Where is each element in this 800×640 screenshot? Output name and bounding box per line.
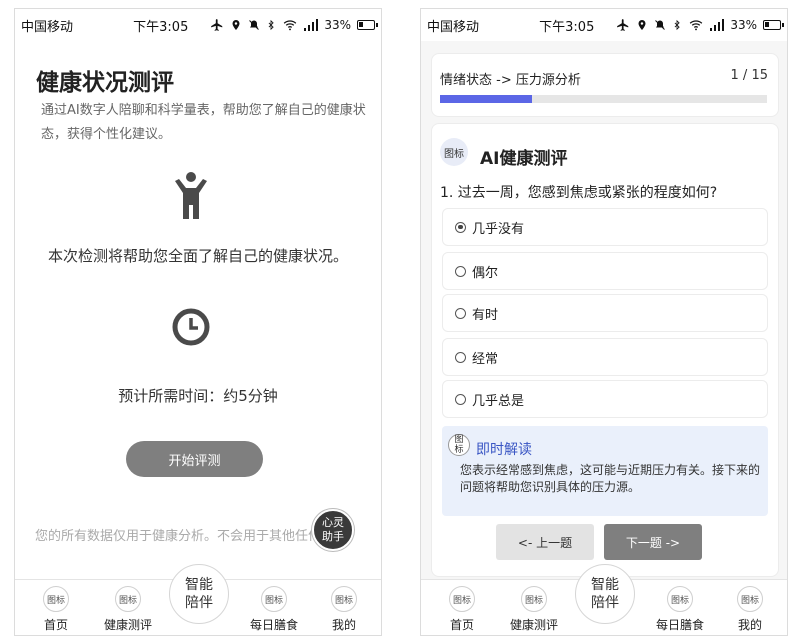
option-label: 几乎总是 xyxy=(472,393,525,409)
location-icon xyxy=(232,20,240,30)
nav-label: 每日膳食 xyxy=(655,618,704,632)
meals-icon: 图标 xyxy=(261,586,287,612)
option-label: 经常 xyxy=(472,351,499,367)
next-question-button[interactable]: 下一题 -> xyxy=(604,524,702,560)
carrier: 中国移动 xyxy=(427,19,480,35)
insight-title: 即时解读 xyxy=(476,442,532,458)
nav-item-health[interactable]: 图标 健康测评 xyxy=(499,586,569,633)
bottom-nav: 图标 首页 图标 健康测评 智能陪伴 图标 每日膳食 图标 我的 xyxy=(15,564,381,635)
signal-icon xyxy=(304,19,319,31)
bluetooth-icon xyxy=(674,19,681,31)
nav-item-companion[interactable]: 智能陪伴 xyxy=(575,564,635,624)
nav-label: 我的 xyxy=(331,618,356,632)
insight-text: 您表示经常感到焦虑，这可能与近期压力有关。接下来的问题将帮助您识别具体的压力源。 xyxy=(460,463,761,494)
page-title: 健康状况测评 xyxy=(36,70,174,96)
page-description: 通过AI数字人陪聊和科学量表，帮助您了解自己的健康状态，获得个性化建议。 xyxy=(41,103,366,142)
status-bar: 中国移动 下午3:05 33% xyxy=(421,9,787,41)
instant-insight: 图标 即时解读 您表示经常感到焦虑，这可能与近期压力有关。接下来的问题将帮助您识… xyxy=(442,426,768,516)
option-item[interactable]: 经常 xyxy=(442,338,768,376)
start-assessment-button[interactable]: 开始评测 xyxy=(126,441,263,477)
nav-item-meals[interactable]: 图标 每日膳食 xyxy=(239,586,309,633)
wifi-icon xyxy=(690,20,703,31)
bottom-nav: 图标 首页 图标 健康测评 智能陪伴 图标 每日膳食 图标 我的 xyxy=(421,564,787,635)
profile-icon: 图标 xyxy=(331,586,357,612)
screenshot-stage: 中国移动 下午3:05 33% 健康状况测评 通过AI数字人陪聊和科学量表，帮助… xyxy=(0,0,800,640)
airplane-icon xyxy=(617,19,629,31)
nav-item-home[interactable]: 图标 首页 xyxy=(427,586,497,633)
option-label: 几乎没有 xyxy=(472,221,525,237)
progress-bar-fill xyxy=(440,95,532,103)
mute-icon xyxy=(249,20,260,30)
progress-bar xyxy=(440,95,767,103)
meals-icon: 图标 xyxy=(667,586,693,612)
option-item[interactable]: 偶尔 xyxy=(442,252,768,290)
option-label: 有时 xyxy=(472,307,499,323)
home-icon: 图标 xyxy=(449,586,475,612)
option-label: 偶尔 xyxy=(472,265,499,281)
nav-item-health[interactable]: 图标 健康测评 xyxy=(93,586,163,633)
battery-percent: 33% xyxy=(324,18,351,32)
previous-question-button[interactable]: <- 上一题 xyxy=(496,524,594,560)
option-item[interactable]: 有时 xyxy=(442,294,768,332)
profile-icon: 图标 xyxy=(737,586,763,612)
airplane-icon xyxy=(211,19,223,31)
home-icon: 图标 xyxy=(43,586,69,612)
location-icon xyxy=(638,20,646,30)
signal-icon xyxy=(710,19,725,31)
nav-item-home[interactable]: 图标 首页 xyxy=(21,586,91,633)
status-icons: 33% xyxy=(210,18,378,32)
nav-label: 首页 xyxy=(449,618,474,632)
battery-icon xyxy=(763,20,784,30)
option-item[interactable]: 几乎总是 xyxy=(442,380,768,418)
nav-label: 健康测评 xyxy=(103,618,152,632)
nav-label: 我的 xyxy=(737,618,762,632)
health-icon: 图标 xyxy=(521,586,547,612)
assessment-icon: 图标 xyxy=(440,138,468,166)
question-card: 图标 AI健康测评 1. 过去一周，您感到焦虑或紧张的程度如何? 几乎没有 偶尔… xyxy=(431,123,779,577)
question-text: 1. 过去一周，您感到焦虑或紧张的程度如何? xyxy=(440,185,718,201)
breadcrumb: 情绪状态 -> 压力源分析 xyxy=(440,73,581,88)
radio-icon[interactable] xyxy=(455,221,466,233)
card-title: AI健康测评 xyxy=(480,149,568,169)
person-icon xyxy=(175,172,207,219)
clock: 下午3:05 xyxy=(133,19,189,35)
wifi-icon xyxy=(284,20,297,31)
battery-percent: 33% xyxy=(730,18,757,32)
phone-assessment-question: 中国移动 下午3:05 33% 情绪状态 -> 压力源分析 1 / 15 图标 xyxy=(420,8,788,636)
nav-item-companion[interactable]: 智能陪伴 xyxy=(169,564,229,624)
nav-item-meals[interactable]: 图标 每日膳食 xyxy=(645,586,715,633)
insight-icon: 图标 xyxy=(448,434,470,456)
radio-icon[interactable] xyxy=(455,307,466,319)
clock: 下午3:05 xyxy=(539,19,595,35)
clock-icon xyxy=(172,308,210,346)
status-icons: 33% xyxy=(616,18,784,32)
nav-label: 首页 xyxy=(43,618,68,632)
phone-health-intro: 中国移动 下午3:05 33% 健康状况测评 通过AI数字人陪聊和科学量表，帮助… xyxy=(14,8,382,636)
option-item[interactable]: 几乎没有 xyxy=(442,208,768,246)
nav-label: 健康测评 xyxy=(509,618,558,632)
radio-icon[interactable] xyxy=(455,351,466,363)
nav-item-profile[interactable]: 图标 我的 xyxy=(715,586,785,633)
mute-icon xyxy=(655,20,666,30)
question-counter: 1 / 15 xyxy=(730,68,768,83)
carrier: 中国移动 xyxy=(21,19,74,35)
nav-label: 每日膳食 xyxy=(249,618,298,632)
battery-icon xyxy=(357,20,378,30)
progress-header: 情绪状态 -> 压力源分析 1 / 15 xyxy=(431,53,779,117)
status-bar: 中国移动 下午3:05 33% xyxy=(15,9,381,41)
mind-assistant-button[interactable]: 心灵助手 xyxy=(312,509,354,551)
radio-icon[interactable] xyxy=(455,393,466,405)
bluetooth-icon xyxy=(268,19,275,31)
radio-icon[interactable] xyxy=(455,265,466,277)
health-icon: 图标 xyxy=(115,586,141,612)
estimated-time: 预计所需时间：约5分钟 xyxy=(118,387,278,405)
assessment-info: 本次检测将帮助您全面了解自己的健康状况。 xyxy=(47,247,348,265)
nav-item-profile[interactable]: 图标 我的 xyxy=(309,586,379,633)
